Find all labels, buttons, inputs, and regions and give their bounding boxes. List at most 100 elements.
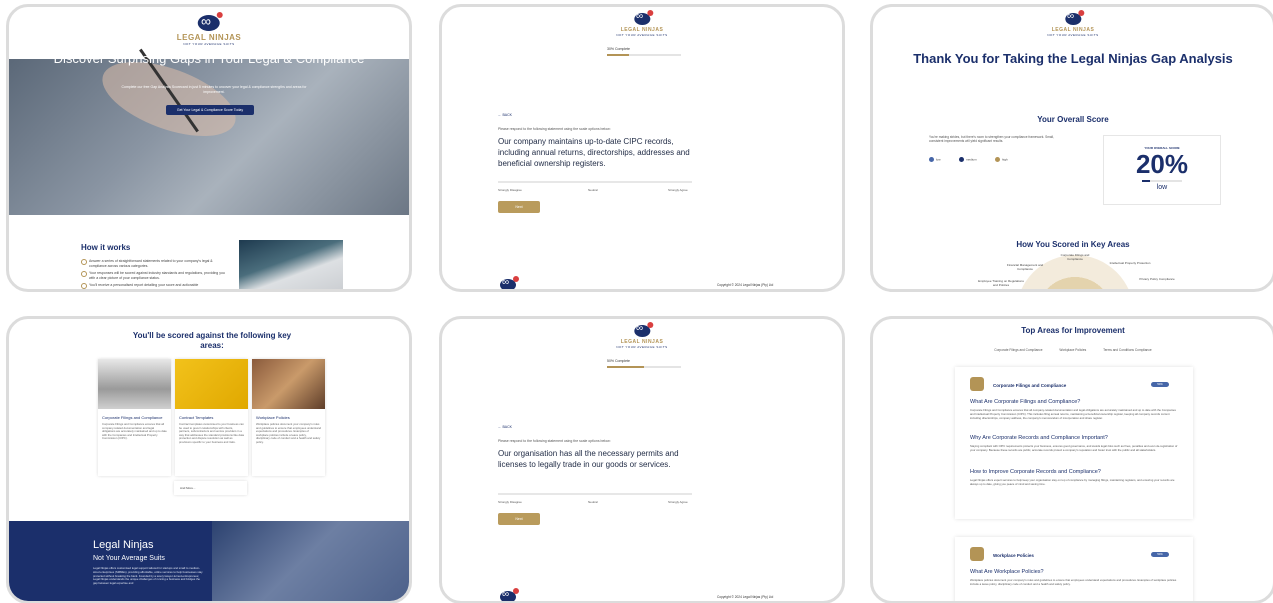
scale-label-disagree: Strongly Disagree (498, 500, 522, 504)
ninja-logo-icon (500, 276, 519, 289)
results-page-thumbnail[interactable]: LEGAL NINJAS NOT YOUR AVERAGE SUITS Than… (870, 4, 1273, 292)
progress-label: 50% Complete (607, 359, 630, 363)
back-link[interactable]: ← BACK (498, 425, 512, 429)
question-text: Our organisation has all the necessary p… (498, 449, 679, 469)
notebook-photo (239, 240, 343, 289)
get-score-button[interactable]: Get Your Legal & Compliance Score Today (166, 105, 254, 115)
survey-page-thumbnail[interactable]: LEGAL NINJAS NOT YOUR AVERAGE SUITS 30% … (439, 4, 845, 292)
legend-low: low (929, 157, 941, 162)
radar-label: Privacy Policy Compliance (1139, 277, 1175, 281)
legend-high: high (995, 157, 1008, 162)
area-image (98, 359, 171, 409)
improvement-tabs: Corporate Filings and Compliance Workpla… (873, 348, 1273, 352)
progress-label: 30% Complete (607, 47, 630, 51)
overall-score-heading: Your Overall Score (1037, 115, 1109, 124)
scale-label-neutral: Neutral (588, 188, 598, 192)
score-bar-fill (1142, 180, 1150, 182)
area-description: Corporate Filings and Compliance ensures… (102, 422, 167, 441)
ninja-logo-icon (634, 322, 653, 337)
area-title: Corporate Filings and Compliance (102, 415, 163, 420)
brand-logo[interactable]: LEGAL NINJAS NOT YOUR AVERAGE SUITS (176, 12, 242, 46)
and-more-card[interactable]: And More... (174, 481, 247, 495)
tab-workplace[interactable]: Workplace Policies (1059, 348, 1086, 352)
section-text: Corporate Filings and Compliance ensures… (970, 408, 1176, 420)
thank-you-title: Thank You for Taking the Legal Ninjas Ga… (913, 51, 1233, 66)
section-text: Staying compliant with CIPC requirements… (970, 444, 1178, 452)
section-heading: How to Improve Corporate Records and Com… (970, 469, 1101, 475)
radar-label: Corporate Filings and Compliance (1060, 253, 1090, 261)
ninja-logo-icon (634, 10, 653, 25)
overall-score-text: You're making strides, but there's room … (929, 135, 1054, 144)
section-heading: Why Are Corporate Records and Compliance… (970, 435, 1108, 441)
response-slider[interactable] (498, 181, 692, 183)
survey-page-thumbnail[interactable]: LEGAL NINJAS NOT YOUR AVERAGE SUITS 50% … (439, 316, 845, 603)
progress-fill (607, 366, 644, 368)
progress-bar (607, 54, 681, 56)
ninja-badge-icon (970, 377, 984, 391)
ninja-logo-icon (1065, 10, 1084, 25)
brand-logo[interactable]: LEGAL NINJAS NOT YOUR AVERAGE SUITS (1047, 10, 1098, 37)
back-link[interactable]: ← BACK (498, 113, 512, 117)
legend-label: high (1002, 157, 1008, 162)
tab-terms[interactable]: Terms and Conditions Compliance (1103, 348, 1152, 352)
key-areas-heading: You'll be scored against the following k… (132, 331, 292, 350)
hero-image (9, 59, 409, 215)
radar-label: Employee Training on Regulations and Pol… (978, 279, 1024, 287)
hero-subtitle: Complete our free Gap Analysis Scorecard… (121, 85, 307, 94)
brand-tagline: NOT YOUR AVERAGE SUITS (183, 42, 235, 46)
about-subtitle: Not Your Average Suits (93, 555, 165, 562)
legend-dot-icon (995, 157, 1000, 162)
legend-dot-icon (959, 157, 964, 162)
improvement-title: Corporate Filings and Compliance (993, 383, 1067, 388)
footer-logo[interactable] (500, 588, 519, 601)
next-button[interactable]: Next (498, 201, 540, 213)
improvement-card-corporate: Corporate Filings and Compliance 50% Wha… (955, 367, 1193, 519)
response-slider[interactable] (498, 493, 692, 495)
about-panel (9, 521, 212, 601)
section-text: Legal Ninjas offers expert services to h… (970, 478, 1175, 486)
how-it-works-heading: How it works (81, 243, 131, 252)
score-pill: 50% (1151, 382, 1169, 387)
area-card-contracts[interactable]: Contract Templates Contract templates cu… (175, 359, 248, 476)
area-description: Workplace policies document your company… (256, 422, 321, 444)
scale-label-agree: Strongly Agree (668, 500, 688, 504)
progress-bar (607, 366, 681, 368)
question-text: Our company maintains up-to-date CIPC re… (498, 137, 690, 168)
footer-logo[interactable] (500, 276, 519, 289)
brand-tagline: NOT YOUR AVERAGE SUITS (616, 345, 668, 349)
area-title: Contract Templates (179, 415, 214, 420)
progress-fill (607, 54, 630, 56)
area-card-workplace[interactable]: Workplace Policies Workplace policies do… (252, 359, 325, 476)
score-level: low (1156, 183, 1168, 191)
ninja-badge-icon (970, 547, 984, 561)
improvement-page-thumbnail[interactable]: Top Areas for Improvement Corporate Fili… (870, 316, 1273, 603)
score-value: 20% (1135, 149, 1189, 179)
brand-name: LEGAL NINJAS (176, 33, 242, 42)
about-text: Legal Ninjas offers customised legal sup… (93, 566, 203, 586)
scale-label-neutral: Neutral (588, 500, 598, 504)
brand-logo[interactable]: LEGAL NINJAS NOT YOUR AVERAGE SUITS (616, 10, 668, 37)
radar-label: Intellectual Property Protection (1109, 261, 1151, 265)
section-text: Workplace policies document your company… (970, 578, 1177, 586)
hero-title: Discover Surprising Gaps in Your Legal &… (53, 51, 365, 66)
landing-page-thumbnail[interactable]: LEGAL NINJAS NOT YOUR AVERAGE SUITS Disc… (6, 4, 412, 292)
copyright-text: Copyright © 2024 Legal Ninjas (Pty) Ltd (717, 283, 774, 287)
next-button[interactable]: Next (498, 513, 540, 525)
key-areas-page-thumbnail[interactable]: You'll be scored against the following k… (6, 316, 412, 603)
legend-medium: medium (959, 157, 977, 162)
question-prompt: Please respond to the following statemen… (498, 127, 611, 131)
question-prompt: Please respond to the following statemen… (498, 439, 611, 443)
improvement-title: Workplace Policies (993, 553, 1034, 558)
tab-corporate[interactable]: Corporate Filings and Compliance (994, 348, 1042, 352)
brand-logo[interactable]: LEGAL NINJAS NOT YOUR AVERAGE SUITS (616, 322, 668, 349)
legend-label: low (936, 157, 941, 162)
section-heading: What Are Corporate Filings and Complianc… (970, 399, 1081, 405)
about-photo (212, 521, 409, 601)
area-image (175, 359, 248, 409)
list-item: Answer a series of straightforward state… (81, 259, 231, 268)
scale-label-agree: Strongly Agree (668, 188, 688, 192)
legend-dot-icon (929, 157, 934, 162)
brand-tagline: NOT YOUR AVERAGE SUITS (616, 33, 668, 37)
area-card-corporate[interactable]: Corporate Filings and Compliance Corpora… (98, 359, 171, 476)
legend-label: medium (966, 157, 977, 162)
